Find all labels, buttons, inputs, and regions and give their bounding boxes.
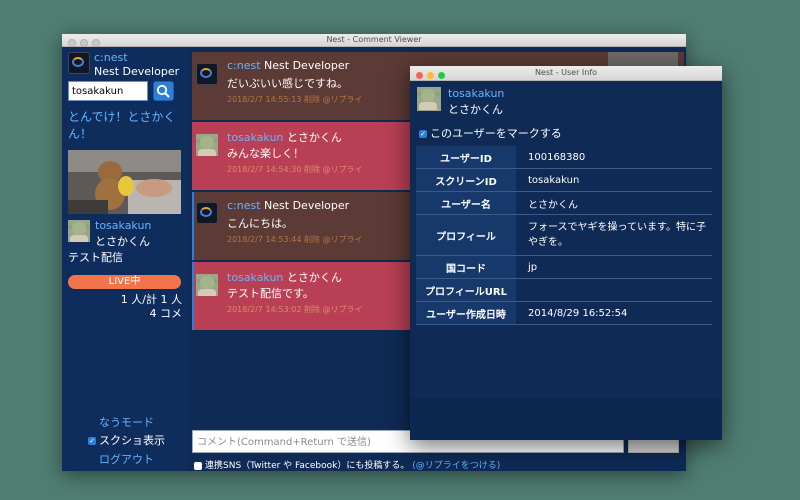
comment-user-id[interactable]: c:nest (227, 59, 261, 72)
user-info-table: ユーザーID 100168380 スクリーンID tosakakun ユーザー名 とさ… (416, 146, 712, 325)
info-row: ユーザー作成日時 2014/8/29 16:52:54 (416, 301, 712, 325)
window-title: Nest - Comment Viewer (326, 35, 422, 44)
comment-text: みんな楽しく！ (227, 147, 304, 160)
comment-user-name: とさかくん (286, 131, 342, 144)
info-value[interactable] (516, 278, 712, 302)
caster-avatar (68, 220, 90, 242)
info-key: プロフィール (416, 214, 516, 256)
live-thumbnail[interactable] (68, 150, 181, 214)
comment-text: テスト配信です。 (227, 287, 314, 300)
sns-post-option[interactable]: 連携SNS（Twitter や Facebook）にも投稿する。 (@リプライを… (194, 458, 500, 471)
comment-text: こんにちは。 (227, 217, 293, 230)
info-row: ユーザー名 とさかくん (416, 191, 712, 215)
user-avatar (417, 87, 441, 111)
info-value: フォースでヤギを操っています。特に子やぎを。 (516, 214, 712, 256)
checkmark-icon[interactable]: ✓ (419, 130, 427, 138)
main-titlebar: Nest - Comment Viewer (62, 34, 686, 47)
window-title: Nest - User Info (534, 68, 598, 77)
nest-logo-icon (68, 52, 90, 74)
comment-user-name: Nest Developer (264, 199, 350, 212)
info-key: プロフィールURL (416, 278, 516, 302)
sns-post-label: 連携SNS（Twitter や Facebook）にも投稿する。 (205, 461, 410, 471)
screenshot-toggle[interactable]: ✓ スクショ表示 (88, 432, 165, 448)
info-key: ユーザーID (416, 146, 516, 169)
comment-meta[interactable]: 2018/2/7 14:53:44 削除 @リプライ (227, 234, 363, 245)
thumbnail-image (68, 150, 181, 214)
comment-text: だいぶいい感じですね。 (227, 77, 348, 90)
mark-indicator (192, 192, 194, 260)
screenshot-label: スクショ表示 (99, 434, 165, 447)
live-title[interactable]: とんでけ！とさかくん！ (68, 109, 180, 143)
comment-meta[interactable]: 2018/2/7 14:54:30 削除 @リプライ (227, 164, 363, 175)
comment-meta[interactable]: 2018/2/7 14:53:02 削除 @リプライ (227, 304, 363, 315)
caster-id[interactable]: tosakakun (95, 219, 151, 232)
info-key: 国コード (416, 255, 516, 279)
now-mode-link[interactable]: なうモード (99, 414, 154, 430)
caster-name: とさかくん (95, 235, 150, 248)
info-row: スクリーンID tosakakun (416, 168, 712, 192)
info-key: ユーザー作成日時 (416, 301, 516, 325)
mark-indicator (192, 262, 194, 330)
comment-meta[interactable]: 2018/2/7 14:55:13 削除 @リプライ (227, 94, 363, 105)
reply-link[interactable]: (@リプライをつける) (412, 461, 500, 471)
mark-user-label: このユーザーをマークする (430, 127, 562, 140)
comment-user-name: とさかくん (286, 271, 342, 284)
checkbox-icon[interactable] (194, 461, 202, 470)
info-titlebar: Nest - User Info (410, 66, 722, 81)
info-key: ユーザー名 (416, 191, 516, 215)
nest-logo-icon (196, 63, 218, 85)
info-key: スクリーンID (416, 168, 516, 192)
info-value: tosakakun (516, 168, 712, 192)
comment-count: 4 コメ (149, 307, 183, 320)
info-row: 国コード jp (416, 255, 712, 279)
info-footer (410, 398, 722, 440)
user-avatar (196, 274, 218, 296)
live-status-badge: LIVE中 (68, 275, 181, 289)
search-icon (156, 84, 170, 98)
sidebar: c:nest Nest Developer とんでけ！とさかくん！ to (62, 47, 188, 471)
info-value: とさかくん (516, 191, 712, 215)
search-input[interactable] (68, 81, 148, 101)
account-display-name: Nest Developer (94, 65, 180, 78)
comment-user-id[interactable]: tosakakun (227, 271, 283, 284)
info-row: ユーザーID 100168380 (416, 146, 712, 169)
user-info-window: Nest - User Info tosakakun とさかくん ✓ このユーザー… (410, 66, 722, 440)
user-name: とさかくん (448, 103, 503, 116)
comment-user-id[interactable]: tosakakun (227, 131, 283, 144)
user-avatar (196, 134, 218, 156)
info-value: 2014/8/29 16:52:54 (516, 301, 712, 325)
checkmark-icon[interactable]: ✓ (88, 437, 96, 445)
account-handle: c:nest (94, 51, 128, 64)
user-id-link[interactable]: tosakakun (448, 87, 504, 100)
nest-logo-icon (196, 202, 218, 224)
info-value: jp (516, 255, 712, 279)
logout-link[interactable]: ログアウト (99, 451, 154, 467)
mark-user-toggle[interactable]: ✓ このユーザーをマークする (419, 125, 562, 141)
info-row: プロフィールURL (416, 278, 712, 302)
program-label: テスト配信 (68, 251, 123, 264)
comment-user-name: Nest Developer (264, 59, 350, 72)
comment-user-id[interactable]: c:nest (227, 199, 261, 212)
info-value: 100168380 (516, 146, 712, 169)
search-button[interactable] (153, 81, 174, 101)
info-row: プロフィール フォースでヤギを操っています。特に子やぎを。 (416, 214, 712, 256)
